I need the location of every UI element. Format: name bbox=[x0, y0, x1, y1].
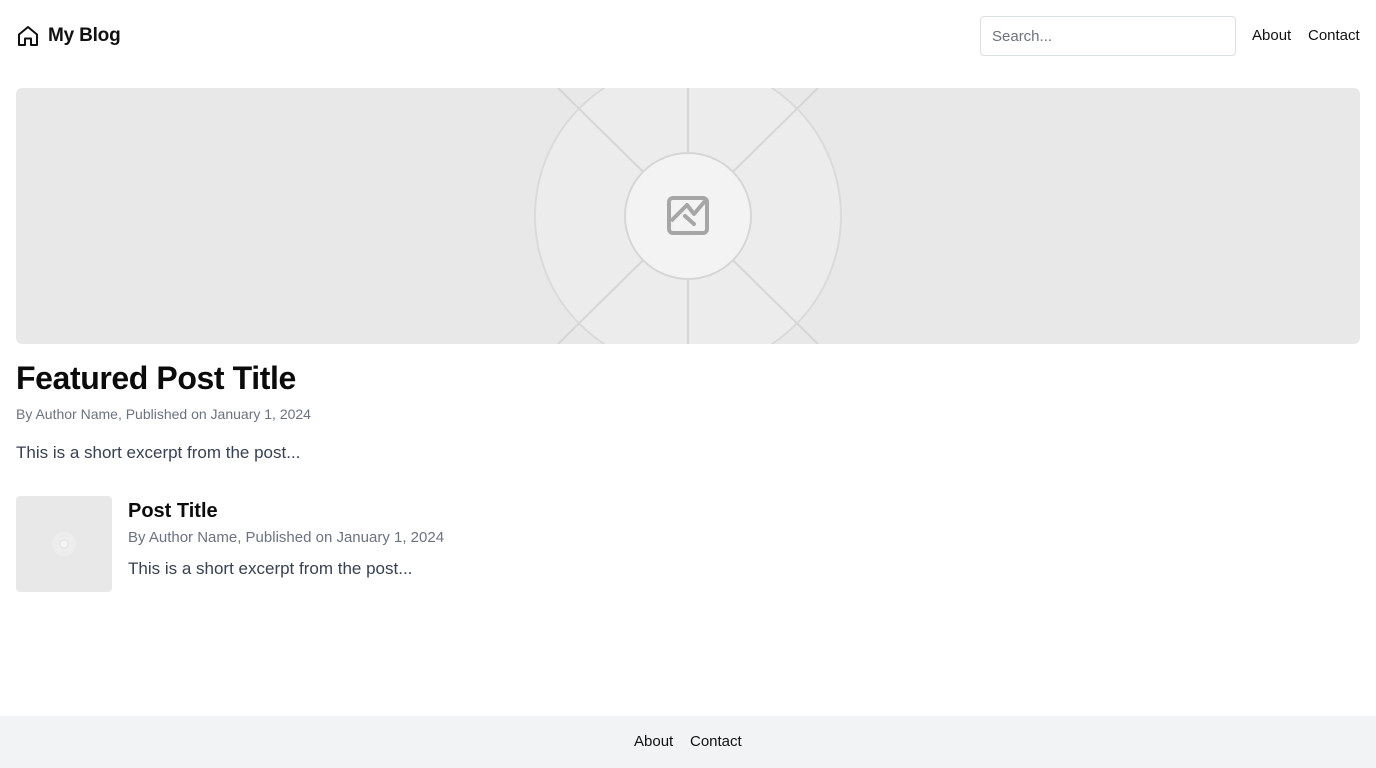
featured-post-excerpt: This is a short excerpt from the post... bbox=[16, 443, 301, 462]
post-excerpt: This is a short excerpt from the post... bbox=[128, 559, 413, 578]
image-placeholder-icon bbox=[470, 88, 906, 344]
featured-post-meta: By Author Name, Published on January 1, … bbox=[16, 406, 311, 422]
image-placeholder-icon bbox=[52, 532, 76, 556]
nav-link-about[interactable]: About bbox=[1252, 26, 1291, 46]
nav-link-contact[interactable]: Contact bbox=[1308, 26, 1360, 46]
search-input[interactable] bbox=[980, 16, 1236, 56]
footer-link-contact[interactable]: Contact bbox=[690, 732, 742, 752]
footer-link-about[interactable]: About bbox=[634, 732, 673, 752]
featured-post-title[interactable]: Featured Post Title bbox=[16, 358, 296, 398]
featured-image[interactable] bbox=[16, 88, 1360, 344]
site-header: My Blog About Contact bbox=[0, 0, 1376, 72]
brand-link[interactable]: My Blog bbox=[16, 23, 121, 49]
post-title[interactable]: Post Title bbox=[128, 498, 218, 524]
brand-name: My Blog bbox=[48, 25, 121, 46]
post-meta: By Author Name, Published on January 1, … bbox=[128, 529, 445, 546]
post-thumbnail[interactable] bbox=[16, 496, 112, 592]
post-list-item[interactable]: Post Title By Author Name, Published on … bbox=[16, 496, 716, 592]
home-icon bbox=[16, 24, 40, 48]
site-footer: About Contact bbox=[0, 716, 1376, 768]
